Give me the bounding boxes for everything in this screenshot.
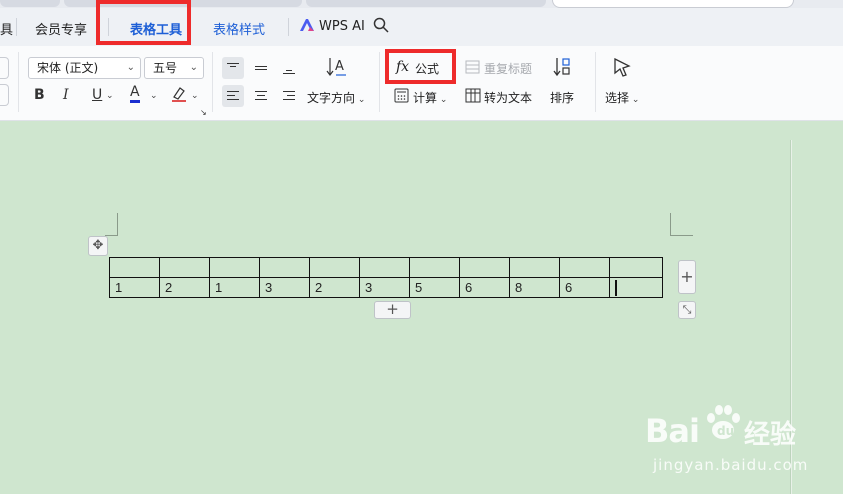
highlight-box (385, 49, 456, 84)
table-cell[interactable] (609, 257, 663, 278)
table-cell[interactable]: 2 (159, 277, 210, 298)
table-cell-active[interactable] (609, 277, 663, 298)
dialog-launcher-icon[interactable]: ↘ (200, 108, 207, 117)
align-center-button[interactable] (250, 85, 272, 107)
text-direction-icon[interactable]: A (326, 56, 348, 82)
sort-button[interactable]: 排序 (550, 89, 574, 106)
align-left-button[interactable] (222, 85, 244, 107)
clear-format-icon[interactable] (170, 85, 188, 107)
table-move-handle-icon[interactable]: ✥ (88, 236, 108, 256)
window-tab-active[interactable] (552, 0, 794, 8)
data-table: 1 2 1 3 2 3 5 6 8 6 (109, 257, 663, 298)
chevron-down-icon: ⌄ (189, 62, 198, 73)
watermark-url: jingyan.baidu.com (653, 456, 809, 474)
table-cell[interactable]: 1 (209, 277, 260, 298)
watermark-brand2: 经验 (744, 420, 797, 450)
chevron-down-icon: ⌄ (629, 95, 640, 105)
font-size-value: 五号 (153, 61, 178, 75)
font-name-value: 宋体 (正文) (37, 61, 99, 75)
convert-to-text-icon (465, 88, 481, 107)
table-cell[interactable]: 2 (309, 277, 360, 298)
table-cell[interactable]: 3 (259, 277, 310, 298)
group-separator (379, 52, 380, 112)
table-cell[interactable]: 6 (559, 277, 610, 298)
bold-button[interactable]: B (34, 87, 45, 103)
align-right-button[interactable] (278, 85, 300, 107)
calculator-icon (394, 88, 409, 107)
table-cell[interactable] (359, 257, 410, 278)
wps-ai-icon (299, 18, 315, 36)
add-row-button[interactable]: + (374, 301, 411, 319)
repeat-header-button[interactable]: 重复标题 (484, 60, 532, 77)
paw-logo-icon: du (704, 402, 742, 445)
align-top-button[interactable] (222, 57, 244, 79)
table-cell[interactable]: 5 (409, 277, 460, 298)
align-bottom-button[interactable] (278, 57, 300, 79)
table-cell[interactable]: 3 (359, 277, 410, 298)
table-cell[interactable] (309, 257, 360, 278)
spinner-clipped[interactable] (0, 57, 9, 79)
chevron-down-icon: ⌄ (126, 62, 135, 73)
chevron-down-icon[interactable]: ⌄ (191, 91, 199, 101)
table-cell[interactable] (509, 257, 560, 278)
sort-icon[interactable] (552, 56, 572, 82)
text-direction-text: 文字方向 (307, 91, 356, 105)
cursor-arrow-icon[interactable] (613, 57, 631, 81)
select-button[interactable]: 选择 ⌄ (605, 89, 639, 106)
table-cell[interactable]: 1 (109, 277, 160, 298)
chevron-down-icon[interactable]: ⌄ (150, 91, 158, 101)
group-separator (18, 52, 19, 112)
chevron-down-icon: ⌄ (355, 95, 366, 105)
text-direction-label[interactable]: 文字方向 ⌄ (307, 89, 365, 106)
font-size-combo[interactable]: 五号 ⌄ (144, 57, 204, 79)
table-cell[interactable] (459, 257, 510, 278)
group-separator (212, 52, 213, 112)
chevron-down-icon[interactable]: ⌄ (106, 91, 114, 101)
table-cell[interactable]: 6 (459, 277, 510, 298)
align-middle-button[interactable] (250, 57, 272, 79)
svg-text:du: du (717, 424, 734, 438)
chevron-down-icon: ⌄ (437, 95, 448, 105)
window-tab[interactable] (306, 0, 546, 7)
table-resize-handle-icon[interactable]: ⤡ (678, 301, 696, 319)
tab-wps-ai[interactable]: WPS AI (319, 19, 365, 34)
font-name-combo[interactable]: 宋体 (正文) ⌄ (28, 57, 141, 79)
text-cursor (615, 279, 617, 296)
italic-button[interactable]: I (63, 87, 69, 103)
calculate-text: 计算 (413, 91, 438, 105)
highlight-box (96, 0, 191, 45)
table-cell[interactable] (259, 257, 310, 278)
repeat-header-icon (465, 60, 480, 78)
svg-text:A: A (335, 59, 344, 74)
table-cell[interactable] (159, 257, 210, 278)
tab-separator (16, 18, 17, 36)
table-row: 1 2 1 3 2 3 5 6 8 6 (109, 277, 663, 298)
select-text: 选择 (605, 91, 630, 105)
calculate-button[interactable]: 计算 ⌄ (413, 89, 447, 106)
page-margin-corner (105, 213, 118, 236)
search-icon[interactable] (373, 17, 389, 37)
watermark-brand: Bai (645, 412, 700, 450)
table-cell[interactable] (409, 257, 460, 278)
window-tab[interactable] (0, 0, 60, 7)
table-cell[interactable] (209, 257, 260, 278)
underline-button[interactable]: U (92, 87, 102, 103)
table-row (109, 257, 663, 278)
font-color-button[interactable]: A (130, 85, 140, 103)
tab-table-style[interactable]: 表格样式 (213, 19, 265, 38)
table-cell[interactable]: 8 (509, 277, 560, 298)
watermark-brand-text: Bai (645, 412, 700, 450)
group-separator (595, 52, 596, 112)
tab-separator (288, 18, 289, 36)
tab-partial[interactable]: 具 (0, 19, 13, 38)
convert-to-text-button[interactable]: 转为文本 (484, 89, 532, 106)
page-margin-corner (670, 213, 693, 236)
tab-member[interactable]: 会员专享 (35, 19, 87, 38)
spinner-clipped[interactable] (0, 84, 9, 106)
table-cell[interactable] (109, 257, 160, 278)
add-column-button[interactable]: + (678, 260, 696, 294)
table-cell[interactable] (559, 257, 610, 278)
